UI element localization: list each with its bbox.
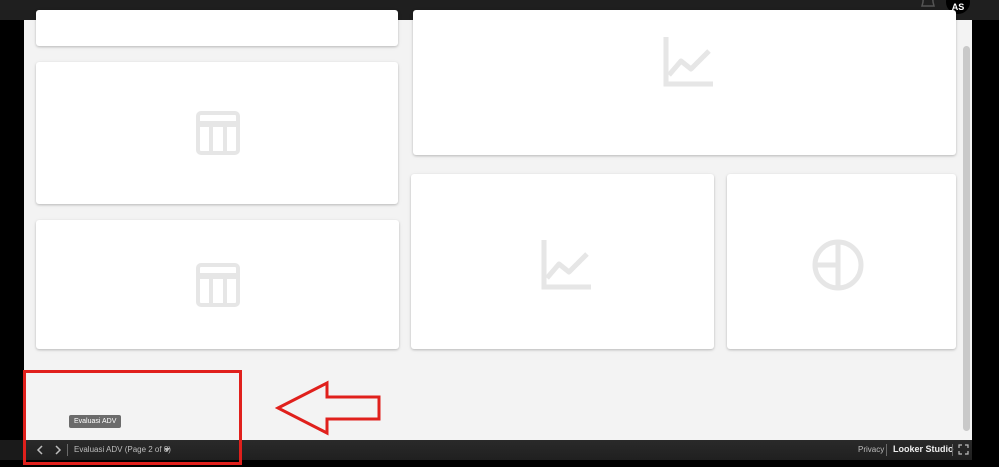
table-icon (196, 263, 240, 307)
annotation-arrow-icon (275, 380, 381, 436)
line-chart-icon (541, 240, 591, 290)
annotation-box (23, 370, 242, 465)
card-table-2[interactable] (36, 220, 399, 349)
divider (886, 444, 887, 456)
bell-icon[interactable] (918, 0, 938, 10)
looker-studio-logo[interactable]: Looker Studio (893, 444, 954, 454)
pie-chart-icon (812, 239, 864, 291)
card-line-chart-2[interactable] (411, 174, 714, 349)
table-icon (196, 111, 240, 155)
card-top-left-partial[interactable] (36, 10, 398, 46)
scrollbar-thumb[interactable] (963, 46, 970, 431)
right-gutter (972, 20, 999, 467)
line-chart-icon (663, 37, 713, 87)
card-line-chart-1[interactable] (413, 10, 956, 155)
privacy-link[interactable]: Privacy (858, 445, 884, 454)
card-table-1[interactable] (36, 62, 398, 204)
fullscreen-icon[interactable] (958, 444, 969, 455)
card-pie-chart[interactable] (727, 174, 956, 349)
divider (952, 444, 953, 456)
left-gutter (0, 20, 24, 440)
